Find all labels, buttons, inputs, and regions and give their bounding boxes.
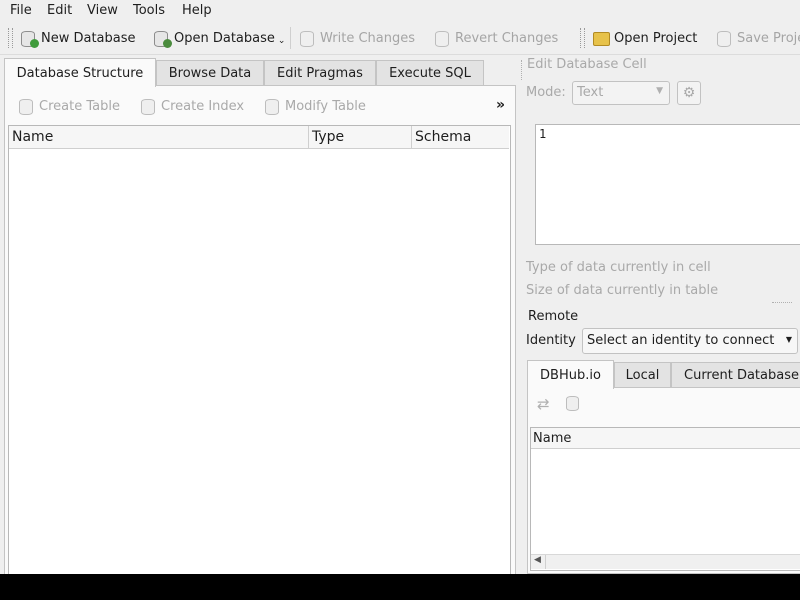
menu-help[interactable]: Help	[182, 3, 212, 18]
cell-editor-text: 1	[539, 127, 547, 141]
horizontal-scrollbar[interactable]: ◀	[531, 554, 800, 569]
tab-browse-data[interactable]: Browse Data	[156, 60, 264, 86]
toolbar-grip[interactable]	[8, 28, 13, 48]
mode-select[interactable]: Text ▼	[572, 81, 670, 105]
revert-changes-icon	[434, 30, 450, 47]
scroll-left-icon[interactable]: ◀	[534, 555, 541, 565]
open-database-icon	[153, 30, 172, 48]
toolbar-separator	[290, 27, 291, 49]
identity-select-value: Select an identity to connect	[587, 333, 775, 348]
cell-size-info: Size of data currently in table	[526, 283, 719, 298]
toolbar-grip-2[interactable]	[580, 28, 585, 48]
modify-table-button[interactable]: Modify Table	[264, 98, 366, 115]
modify-table-icon	[264, 98, 280, 115]
tab-current-database[interactable]: Current Database	[671, 362, 800, 387]
auto-format-button[interactable]: ⚙	[677, 81, 701, 105]
menu-file[interactable]: File	[10, 3, 32, 18]
remote-title: Remote	[528, 309, 579, 324]
panel-splitter[interactable]	[772, 302, 792, 304]
save-project-label: Save Project	[737, 30, 800, 46]
remote-column-header-name[interactable]: Name	[533, 431, 571, 446]
save-project-button[interactable]: Save Project	[716, 30, 800, 47]
open-project-button[interactable]: Open Project	[593, 30, 697, 46]
dock-grip[interactable]	[521, 60, 523, 80]
tab-execute-sql[interactable]: Execute SQL	[376, 60, 484, 86]
tab-current-database-label: Current Database	[684, 367, 799, 383]
tab-local-label: Local	[625, 368, 660, 383]
modify-table-label: Modify Table	[285, 98, 366, 114]
save-project-icon	[716, 30, 732, 47]
refresh-icon[interactable]: ⇄	[537, 395, 550, 413]
new-database-label: New Database	[41, 30, 136, 46]
create-index-label: Create Index	[161, 98, 245, 114]
create-table-button[interactable]: Create Table	[18, 98, 120, 115]
tab-local[interactable]: Local	[614, 362, 671, 388]
create-index-button[interactable]: Create Index	[140, 98, 245, 115]
column-divider[interactable]	[411, 126, 412, 148]
tab-database-structure[interactable]: Database Structure	[4, 58, 156, 87]
cell-editor[interactable]: 1	[535, 124, 800, 245]
column-header-name[interactable]: Name	[12, 129, 53, 145]
identity-select[interactable]: Select an identity to connect ▼	[582, 328, 798, 354]
mode-select-value: Text	[577, 85, 604, 100]
new-database-icon	[20, 30, 39, 48]
dropdown-arrow-icon[interactable]: ⌄	[278, 36, 286, 46]
create-index-icon	[140, 98, 156, 115]
identity-label: Identity	[526, 333, 576, 348]
menu-tools[interactable]: Tools	[133, 3, 165, 18]
tab-edit-pragmas[interactable]: Edit Pragmas	[264, 60, 376, 86]
open-database-button[interactable]: Open Database ⌄	[153, 30, 286, 48]
tab-database-structure-label: Database Structure	[16, 65, 144, 81]
structure-tree[interactable]	[8, 125, 511, 574]
scroll-divider	[545, 555, 546, 569]
gear-icon: ⚙	[682, 85, 696, 101]
open-project-icon	[593, 30, 610, 46]
write-changes-button[interactable]: Write Changes	[299, 30, 415, 47]
revert-changes-label: Revert Changes	[455, 30, 559, 46]
tab-dbhub-label: DBHub.io	[540, 367, 601, 383]
tab-browse-data-label: Browse Data	[168, 66, 252, 81]
column-header-type[interactable]: Type	[312, 129, 344, 145]
column-divider[interactable]	[308, 126, 309, 148]
tab-edit-pragmas-label: Edit Pragmas	[277, 66, 363, 81]
menu-edit[interactable]: Edit	[47, 3, 72, 18]
toolbar-overflow-button[interactable]: »	[496, 97, 505, 113]
tab-dbhub[interactable]: DBHub.io	[527, 360, 614, 389]
app-window: File Edit View Tools Help New Database O…	[0, 0, 800, 574]
write-changes-icon	[299, 30, 315, 47]
mode-label: Mode:	[526, 85, 566, 100]
new-database-button[interactable]: New Database	[20, 30, 136, 48]
create-table-label: Create Table	[39, 98, 120, 114]
menu-bar: File Edit View Tools Help	[0, 0, 800, 22]
chevron-down-icon: ▼	[785, 335, 792, 344]
menu-view[interactable]: View	[87, 3, 118, 18]
write-changes-label: Write Changes	[320, 30, 415, 46]
column-header-schema[interactable]: Schema	[415, 129, 471, 145]
open-project-label: Open Project	[614, 30, 698, 46]
open-database-label: Open Database	[174, 30, 275, 46]
create-table-icon	[18, 98, 34, 115]
cell-type-info: Type of data currently in cell	[526, 260, 711, 275]
edit-cell-title: Edit Database Cell	[527, 57, 647, 72]
tab-execute-sql-label: Execute SQL	[389, 66, 471, 81]
chevron-down-icon: ▼	[656, 86, 663, 96]
revert-changes-button[interactable]: Revert Changes	[434, 30, 559, 47]
